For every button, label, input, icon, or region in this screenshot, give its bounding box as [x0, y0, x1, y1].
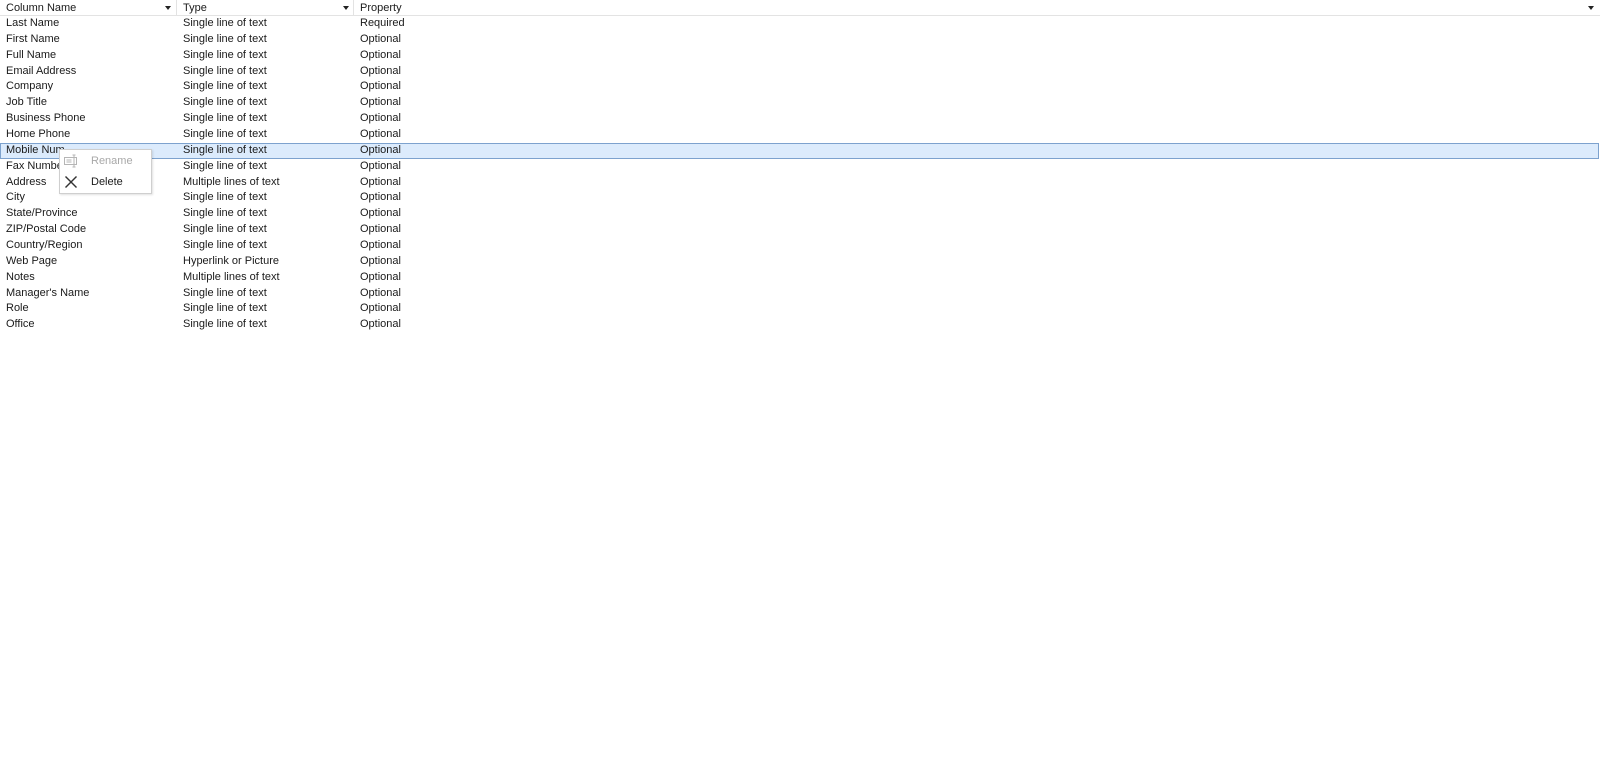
cell-property: Optional — [360, 254, 401, 267]
cell-property: Optional — [360, 159, 401, 172]
table-row[interactable]: Fax Numbe Single line of text Optional — [0, 159, 1600, 175]
cell-type: Single line of text — [183, 17, 267, 29]
menu-item-delete-label: Delete — [91, 176, 123, 188]
cell-column-name: State/Province — [6, 207, 78, 220]
dropdown-arrow-icon[interactable] — [343, 6, 349, 10]
cell-column-name: Office — [6, 318, 35, 331]
table-row[interactable]: Country/Region Single line of text Optiona… — [0, 238, 1600, 254]
header-type-label: Type — [183, 2, 207, 14]
table-row[interactable]: Full Name Single line of text Optional — [0, 48, 1600, 64]
cell-type: Single line of text — [183, 159, 267, 172]
cell-type: Single line of text — [183, 223, 267, 236]
menu-item-delete[interactable]: Delete — [60, 172, 151, 193]
cell-type: Single line of text — [183, 286, 267, 299]
cell-type: Single line of text — [183, 143, 267, 156]
cell-type: Single line of text — [183, 80, 267, 93]
table-row[interactable]: Address Multiple lines of text Optional — [0, 175, 1600, 191]
dropdown-arrow-icon[interactable] — [165, 6, 171, 10]
cell-column-name: Company — [6, 80, 54, 93]
cell-property: Optional — [360, 191, 401, 204]
table-row[interactable]: Notes Multiple lines of text Optional — [0, 270, 1600, 286]
cell-property: Optional — [360, 96, 401, 109]
cell-property: Optional — [360, 175, 401, 188]
columns-grid: Column Name Type Property Last Name Singl… — [0, 0, 1600, 767]
cell-property: Optional — [360, 143, 401, 156]
cell-property: Optional — [360, 112, 401, 125]
cell-column-name: Fax Numbe — [6, 159, 63, 172]
table-row[interactable]: Role Single line of text Optional — [0, 301, 1600, 317]
header-property[interactable]: Property — [354, 0, 1600, 16]
cell-column-name: Manager's Name — [6, 286, 90, 299]
cell-column-name: Role — [6, 302, 29, 315]
cell-type: Hyperlink or Picture — [183, 254, 279, 267]
header-column-name[interactable]: Column Name — [0, 0, 177, 16]
cell-type: Single line of text — [183, 207, 267, 220]
table-row[interactable]: Email Address Single line of text Optional — [0, 64, 1600, 80]
cell-property: Optional — [360, 64, 401, 77]
table-row[interactable]: Home Phone Single line of text Optional — [0, 127, 1600, 143]
cell-column-name: Job Title — [6, 96, 47, 109]
cell-property: Optional — [360, 270, 401, 283]
cell-type: Single line of text — [183, 112, 267, 125]
cell-type: Multiple lines of text — [183, 270, 280, 283]
cell-type: Single line of text — [183, 128, 267, 141]
cell-property: Optional — [360, 286, 401, 299]
table-row[interactable]: State/Province Single line of text Optiona… — [0, 206, 1600, 222]
grid-header: Column Name Type Property — [0, 0, 1600, 16]
cell-property: Optional — [360, 223, 401, 236]
cell-type: Single line of text — [183, 318, 267, 331]
cell-type: Multiple lines of text — [183, 175, 280, 188]
table-row[interactable]: Business Phone Single line of text Optiona… — [0, 111, 1600, 127]
cell-column-name: Full Name — [6, 48, 57, 61]
rename-icon — [64, 154, 78, 168]
cell-column-name: Country/Region — [6, 239, 83, 252]
cell-property: Optional — [360, 207, 401, 220]
table-row[interactable]: City Single line of text Optional — [0, 190, 1600, 206]
cell-property: Optional — [360, 302, 401, 315]
table-row[interactable]: Mobile Num Single line of text Optional — [0, 142, 1599, 159]
cell-type: Single line of text — [183, 191, 267, 204]
cell-property: Optional — [360, 128, 401, 141]
header-type[interactable]: Type — [177, 0, 354, 16]
delete-icon — [64, 175, 78, 189]
cell-type: Single line of text — [183, 302, 267, 315]
table-row[interactable]: Web Page Hyperlink or Picture Optional — [0, 254, 1600, 270]
context-menu: Rename Delete — [59, 149, 152, 194]
cell-column-name: Home Phone — [6, 128, 71, 141]
cell-column-name: Business Phone — [6, 112, 86, 125]
table-row[interactable]: Manager's Name Single line of text Optiona… — [0, 286, 1600, 302]
cell-type: Single line of text — [183, 239, 267, 252]
table-row[interactable]: Job Title Single line of text Optional — [0, 95, 1600, 111]
cell-type: Single line of text — [183, 48, 267, 61]
table-row[interactable]: Office Single line of text Optional — [0, 317, 1600, 333]
cell-column-name: Web Page — [6, 254, 58, 267]
grid-rows: Last Name Single line of text Required Firs… — [0, 16, 1600, 333]
cell-column-name: First Name — [6, 32, 60, 45]
cell-column-name: Email Address — [6, 64, 77, 77]
cell-type: Single line of text — [183, 64, 267, 77]
cell-column-name: ZIP/Postal Code — [6, 223, 87, 236]
header-column-name-label: Column Name — [6, 2, 77, 14]
menu-item-rename[interactable]: Rename — [60, 151, 151, 172]
cell-property: Optional — [360, 48, 401, 61]
menu-item-rename-label: Rename — [91, 155, 133, 167]
cell-column-name: Notes — [6, 270, 35, 283]
cell-column-name: Address — [6, 175, 47, 188]
table-row[interactable]: Company Single line of text Optional — [0, 79, 1600, 95]
cell-property: Optional — [360, 239, 401, 252]
cell-type: Single line of text — [183, 96, 267, 109]
cell-property: Required — [360, 17, 405, 29]
dropdown-arrow-icon[interactable] — [1588, 6, 1594, 10]
cell-property: Optional — [360, 32, 401, 45]
cell-column-name: Mobile Num — [6, 143, 65, 156]
table-row[interactable]: Last Name Single line of text Required — [0, 16, 1600, 32]
header-property-label: Property — [360, 2, 402, 14]
table-row[interactable]: ZIP/Postal Code Single line of text Option… — [0, 222, 1600, 238]
cell-type: Single line of text — [183, 32, 267, 45]
cell-property: Optional — [360, 80, 401, 93]
cell-property: Optional — [360, 318, 401, 331]
cell-column-name: Last Name — [6, 17, 60, 29]
cell-column-name: City — [6, 191, 25, 204]
table-row[interactable]: First Name Single line of text Optional — [0, 32, 1600, 48]
